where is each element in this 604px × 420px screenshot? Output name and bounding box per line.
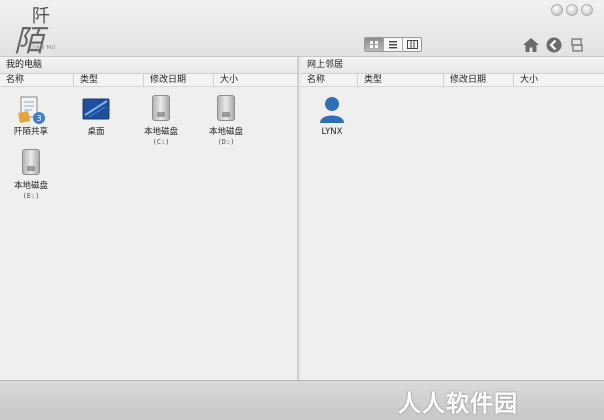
- column-view-icon: [406, 40, 418, 49]
- svg-text:3: 3: [36, 114, 41, 123]
- item-drive-letter: (E:): [22, 192, 40, 200]
- item-disk-e[interactable]: 本地磁盘 (E:): [1, 149, 61, 201]
- home-icon[interactable]: [522, 36, 540, 54]
- view-mode-switcher: [364, 37, 422, 52]
- list-view-icon: [389, 41, 397, 49]
- column-size[interactable]: 大小: [513, 74, 604, 87]
- my-computer-title: 我的电脑: [0, 57, 297, 74]
- column-modified[interactable]: 修改日期: [143, 74, 213, 87]
- grid-view-button[interactable]: [365, 38, 384, 51]
- close-button[interactable]: [581, 4, 593, 16]
- app-logo: 阡 陌 QIAN MO: [10, 2, 70, 59]
- grid-view-icon: [370, 41, 378, 48]
- item-label: 本地磁盘: [13, 181, 48, 191]
- column-name[interactable]: 名称: [301, 74, 357, 87]
- network-neighborhood-title: 网上邻居: [301, 57, 604, 74]
- item-label: 本地磁盘: [208, 127, 243, 137]
- user-icon: [320, 97, 344, 123]
- item-label: 阡陌共享: [13, 127, 48, 137]
- column-type[interactable]: 类型: [357, 74, 443, 87]
- refresh-icon[interactable]: [568, 36, 586, 54]
- share-icon: 3: [18, 96, 45, 124]
- watermark: 人人软件园: [398, 391, 518, 417]
- desktop-icon: [82, 98, 110, 120]
- maximize-button[interactable]: [566, 4, 578, 16]
- my-computer-column-header: 名称 类型 修改日期 大小: [0, 74, 297, 87]
- disk-icon: [217, 95, 235, 121]
- item-disk-d[interactable]: 本地磁盘 (D:): [196, 95, 256, 147]
- column-modified[interactable]: 修改日期: [443, 74, 513, 87]
- item-label: LYNX: [321, 127, 343, 137]
- my-computer-panel: 我的电脑 名称 类型 修改日期 大小 3 阡陌共享 桌面 本地磁盘 (C:) 本…: [0, 57, 299, 380]
- column-name[interactable]: 名称: [0, 74, 73, 87]
- item-drive-letter: (D:): [217, 138, 235, 146]
- item-drive-letter: (C:): [152, 138, 170, 146]
- network-column-header: 名称 类型 修改日期 大小: [301, 74, 604, 87]
- disk-icon: [152, 95, 170, 121]
- item-disk-c[interactable]: 本地磁盘 (C:): [131, 95, 191, 147]
- column-view-button[interactable]: [403, 38, 421, 51]
- network-neighborhood-panel: 网上邻居 名称 类型 修改日期 大小 LYNX: [301, 57, 604, 380]
- back-icon[interactable]: [545, 36, 563, 54]
- item-label: 桌面: [87, 127, 105, 137]
- item-label: 本地磁盘: [143, 127, 178, 137]
- item-desktop[interactable]: 桌面: [66, 95, 126, 137]
- logo-char-main: 陌: [14, 24, 44, 59]
- title-bar: 阡 陌 QIAN MO: [0, 0, 604, 59]
- minimize-button[interactable]: [551, 4, 563, 16]
- column-size[interactable]: 大小: [213, 74, 299, 87]
- item-lynx[interactable]: LYNX: [302, 95, 362, 137]
- logo-subtitle: QIAN MO: [30, 45, 56, 51]
- column-type[interactable]: 类型: [73, 74, 143, 87]
- item-qianmo-share[interactable]: 3 阡陌共享: [1, 95, 61, 137]
- list-view-button[interactable]: [384, 38, 403, 51]
- disk-icon: [22, 149, 40, 175]
